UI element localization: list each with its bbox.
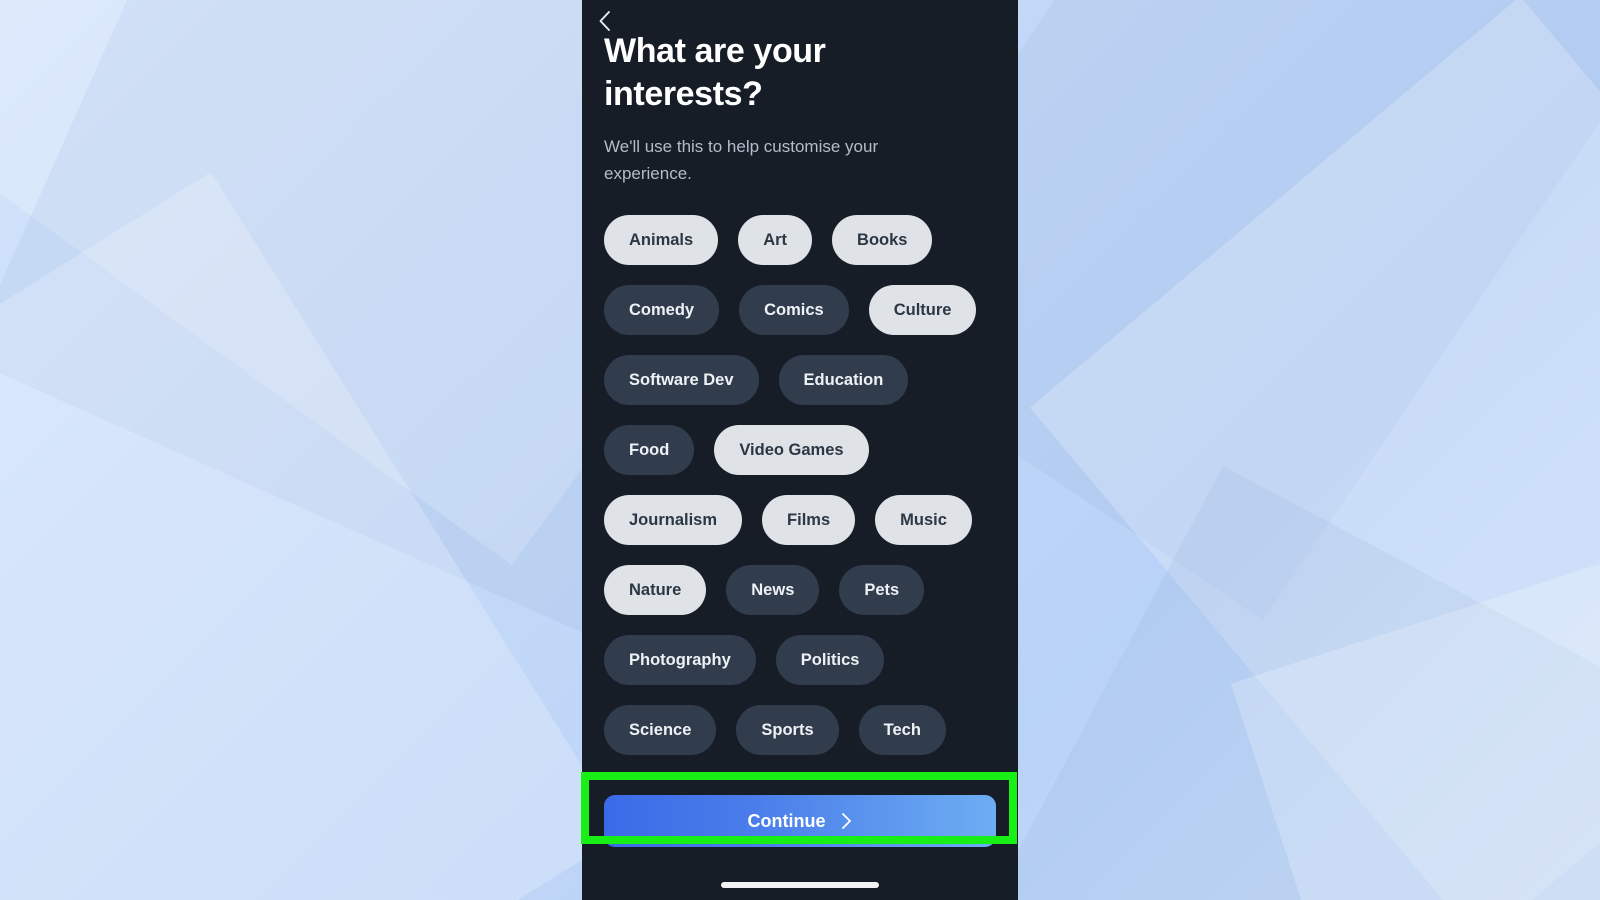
onboarding-screen: What are your interests? We'll use this …: [582, 0, 1018, 776]
chevron-left-icon: [597, 9, 612, 33]
page-subtitle: We'll use this to help customise your ex…: [604, 137, 879, 183]
interest-chip-software-dev[interactable]: Software Dev: [604, 355, 759, 405]
interest-chip-sports[interactable]: Sports: [736, 705, 839, 755]
interest-chip-nature[interactable]: Nature: [604, 565, 707, 615]
bottom-action-bar: Continue: [582, 776, 1018, 900]
interest-chip-comedy[interactable]: Comedy: [604, 285, 720, 335]
interest-chip-grid: Animals Art Books Comedy Comics Culture Softwa…: [604, 215, 996, 755]
interest-chip-row: Nature News Pets: [604, 565, 996, 615]
interest-chip-row: Journalism Films Music: [604, 495, 996, 545]
interest-chip-science[interactable]: Science: [604, 705, 717, 755]
interest-chip-row: Photography Politics: [604, 635, 996, 685]
interest-chip-journalism[interactable]: Journalism: [604, 495, 743, 545]
interest-chip-news[interactable]: News: [726, 565, 820, 615]
home-indicator: [721, 882, 879, 888]
interest-chip-politics[interactable]: Politics: [775, 635, 885, 685]
interest-chip-row: Food Video Games: [604, 425, 996, 475]
interest-chip-books[interactable]: Books: [832, 215, 933, 265]
interest-chip-row: Comedy Comics Culture: [604, 285, 996, 335]
interest-chip-education[interactable]: Education: [778, 355, 909, 405]
continue-button[interactable]: Continue: [604, 795, 996, 847]
interest-chip-row: Animals Art Books: [604, 215, 996, 265]
interest-chip-video-games[interactable]: Video Games: [714, 425, 869, 475]
interest-chip-music[interactable]: Music: [875, 495, 972, 545]
interest-chip-food[interactable]: Food: [604, 425, 695, 475]
interest-chip-culture[interactable]: Culture: [868, 285, 977, 335]
interest-chip-comics[interactable]: Comics: [739, 285, 849, 335]
back-button[interactable]: [582, 4, 626, 38]
interest-chip-films[interactable]: Films: [762, 495, 856, 545]
chevron-right-icon: [840, 811, 853, 831]
continue-button-label: Continue: [747, 810, 826, 831]
interest-chip-tech[interactable]: Tech: [858, 705, 946, 755]
interest-chip-art[interactable]: Art: [738, 215, 813, 265]
interest-chip-pets[interactable]: Pets: [839, 565, 925, 615]
interest-chip-row: Science Sports Tech: [604, 705, 996, 755]
page-title: What are your interests?: [604, 32, 826, 113]
interest-chip-row: Software Dev Education: [604, 355, 996, 405]
continue-button-wrapper: Continue: [604, 795, 996, 847]
interest-chip-photography[interactable]: Photography: [604, 635, 756, 685]
phone-screen: What are your interests? We'll use this …: [582, 0, 1018, 900]
interest-chip-animals[interactable]: Animals: [604, 215, 719, 265]
